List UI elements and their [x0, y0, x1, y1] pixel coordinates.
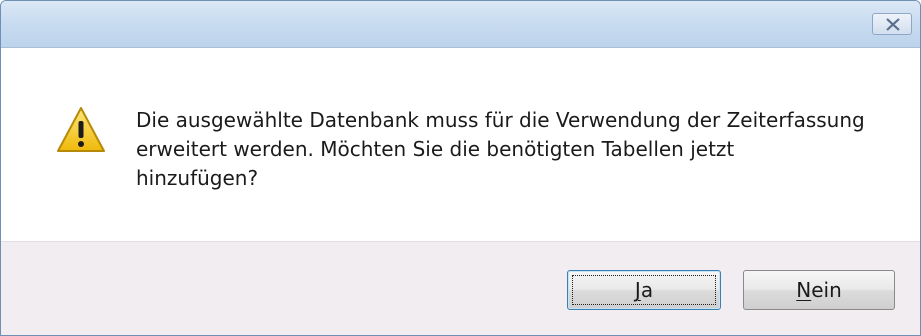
- no-button-mnemonic: N: [796, 278, 812, 302]
- no-button-label: ein: [811, 278, 842, 302]
- close-button[interactable]: [872, 13, 912, 35]
- dialog-content: Die ausgewählte Datenbank muss für die V…: [1, 48, 920, 241]
- close-icon: [886, 18, 900, 31]
- dialog-message: Die ausgewählte Datenbank muss für die V…: [136, 108, 865, 190]
- title-bar[interactable]: [1, 1, 920, 48]
- focus-rectangle: [572, 275, 716, 305]
- yes-button[interactable]: Ja: [567, 270, 721, 310]
- button-bar: Ja Nein: [1, 241, 920, 335]
- warning-icon: [56, 106, 106, 154]
- no-button[interactable]: Nein: [743, 270, 895, 310]
- message-dialog: Die ausgewählte Datenbank muss für die V…: [0, 0, 921, 336]
